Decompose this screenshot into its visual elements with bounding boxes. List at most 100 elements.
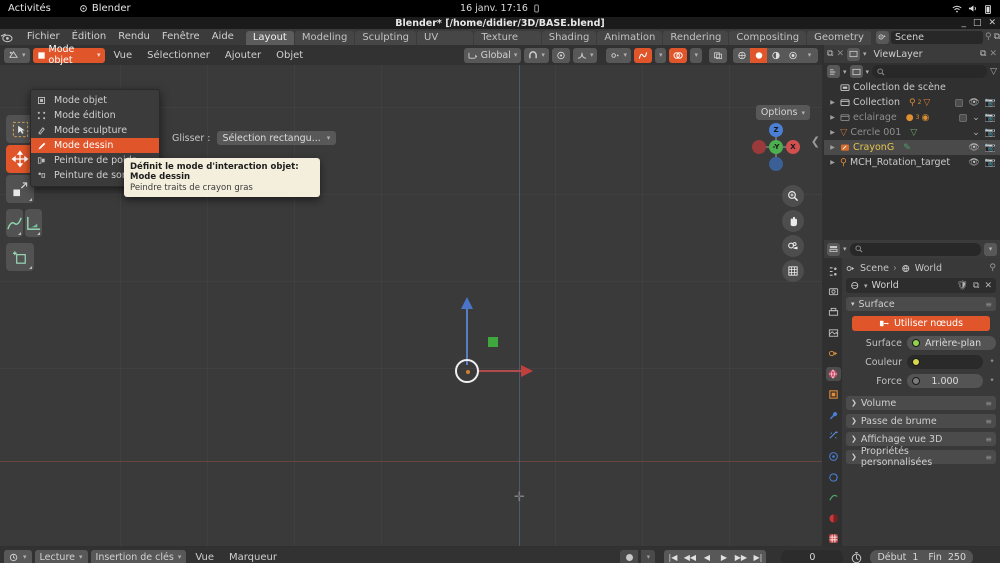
- zoom-icon[interactable]: [782, 185, 804, 207]
- maximize-icon[interactable]: □: [973, 18, 982, 28]
- data-tab[interactable]: [826, 490, 841, 505]
- gizmo-x-axis[interactable]: [479, 370, 525, 372]
- gizmo-z-arrow[interactable]: [461, 297, 473, 309]
- camera-icon[interactable]: 📷: [985, 143, 996, 153]
- filter-type-icon[interactable]: [849, 65, 863, 78]
- play-reverse-icon[interactable]: ◀: [698, 549, 716, 563]
- nav-axis-y[interactable]: -Y: [769, 140, 783, 154]
- new-collection-icon[interactable]: ⧉: [827, 49, 833, 59]
- overlays-dropdown[interactable]: ▾: [690, 47, 702, 63]
- tab-animation[interactable]: Animation: [597, 31, 663, 45]
- shading-dropdown[interactable]: ▾: [801, 47, 818, 63]
- expand-arrow-icon[interactable]: ▶: [828, 159, 837, 166]
- new-scene-icon[interactable]: ⧉: [994, 32, 1000, 42]
- keying-popover[interactable]: Insertion de clés ▾: [90, 549, 187, 563]
- nav-axis-neg-x[interactable]: [752, 140, 766, 154]
- table-row[interactable]: ▶ ▽ Cercle 001 ▽ ⌄ 📷: [824, 125, 1000, 140]
- tab-geometry-nodes[interactable]: Geometry N: [807, 31, 871, 57]
- breadcrumb-world[interactable]: World: [915, 263, 942, 274]
- scene-tab[interactable]: [826, 346, 841, 361]
- tab-modeling[interactable]: Modeling: [294, 31, 355, 45]
- tab-uv-editing[interactable]: UV Editing: [417, 31, 474, 57]
- camera-icon[interactable]: 📷: [985, 113, 996, 123]
- eye-icon[interactable]: 👁: [968, 143, 979, 153]
- world-id-block[interactable]: ▾ World 🛡 ⧉ ✕: [846, 278, 996, 293]
- auto-keying-dropdown[interactable]: ▾: [641, 549, 656, 563]
- transform-orientation-selector[interactable]: Global ▾: [463, 47, 522, 63]
- viewport-menu-ajouter[interactable]: Ajouter: [219, 50, 267, 61]
- minimize-icon[interactable]: _: [961, 18, 966, 28]
- tab-compositing[interactable]: Compositing: [729, 31, 807, 45]
- strength-value[interactable]: 1.000: [907, 374, 983, 388]
- navigation-gizmo[interactable]: Z -Y X: [746, 117, 806, 177]
- play-icon[interactable]: ▶: [715, 549, 733, 563]
- xray-toggle[interactable]: [633, 47, 652, 63]
- dropdown-item-mode-edition[interactable]: Mode édition: [31, 108, 159, 123]
- eye-closed-icon[interactable]: ⌄: [972, 113, 980, 123]
- animate-property-icon[interactable]: •: [988, 357, 996, 367]
- remove-icon[interactable]: ✕: [836, 49, 844, 59]
- proportional-editing-toggle[interactable]: [551, 47, 570, 63]
- outliner-row-controls[interactable]: ⌄ 📷: [972, 128, 996, 138]
- menu-fichier[interactable]: Fichier: [21, 29, 66, 45]
- tab-sculpting[interactable]: Sculpting: [355, 31, 417, 45]
- gnome-status-tray[interactable]: [952, 4, 992, 14]
- stopwatch-icon[interactable]: [850, 551, 863, 563]
- activities-button[interactable]: Activités: [0, 3, 59, 14]
- expand-arrow-icon[interactable]: ▶: [828, 114, 837, 121]
- pivot-point-selector[interactable]: ▾: [606, 47, 631, 63]
- editor-type-icon[interactable]: ▾: [4, 47, 30, 63]
- tab-rendering[interactable]: Rendering: [663, 31, 729, 45]
- timeline-editor-type-icon[interactable]: ▾: [4, 549, 32, 563]
- overlays-toggle[interactable]: [669, 47, 688, 63]
- duplicate-icon[interactable]: ⧉: [973, 281, 979, 291]
- checkbox-icon[interactable]: [959, 113, 968, 122]
- jump-start-icon[interactable]: |◀: [664, 549, 682, 563]
- table-row[interactable]: ▶ eclairage ● 3 ◉ ⌄ 📷: [824, 110, 1000, 125]
- close-icon[interactable]: ✕: [984, 281, 992, 291]
- jump-end-icon[interactable]: ▶|: [749, 549, 767, 563]
- gizmo-y-handle[interactable]: [488, 337, 498, 347]
- dropdown-item-mode-sculpture[interactable]: Mode sculpture: [31, 123, 159, 138]
- start-value[interactable]: 1: [912, 552, 918, 563]
- falloff-selector[interactable]: ▾: [572, 47, 598, 63]
- annotate-tool[interactable]: [6, 209, 23, 237]
- table-row[interactable]: ▶ ⚲ MCH_Rotation_target 👁 📷: [824, 155, 1000, 170]
- solid-icon[interactable]: [750, 47, 767, 63]
- world-id-buttons[interactable]: 🛡 ⧉ ✕: [957, 281, 992, 291]
- texture-tab[interactable]: [826, 532, 841, 547]
- gnome-clock[interactable]: 16 janv. 17:16: [460, 3, 540, 14]
- table-row[interactable]: ▶ CrayonG ✎ 👁 📷: [824, 140, 1000, 155]
- outliner-search-input[interactable]: [872, 65, 988, 78]
- menu-edition[interactable]: Édition: [66, 29, 113, 45]
- frame-range-controls[interactable]: Début 1 Fin 250: [870, 549, 973, 563]
- prev-keyframe-icon[interactable]: ◀◀: [681, 549, 699, 563]
- auto-keying-toggle[interactable]: [620, 549, 639, 563]
- xray-dropdown[interactable]: ▾: [654, 47, 667, 63]
- physics-tab[interactable]: [826, 449, 841, 464]
- menu-rendu[interactable]: Rendu: [112, 29, 156, 45]
- window-controls[interactable]: _ □ ✕: [961, 17, 996, 29]
- gizmo-toggle[interactable]: [709, 47, 727, 63]
- particles-tab[interactable]: [826, 429, 841, 444]
- volume-panel-header[interactable]: ❯ Volume ≡: [846, 396, 996, 410]
- viewport-menu-objet[interactable]: Objet: [270, 50, 309, 61]
- dropdown-item-mode-dessin[interactable]: Mode dessin: [31, 138, 159, 153]
- surface-value[interactable]: Arrière-plan: [907, 336, 996, 350]
- camera-icon[interactable]: 📷: [985, 128, 996, 138]
- blender-logo-icon[interactable]: [0, 32, 21, 43]
- outliner-root-row[interactable]: Collection de scène: [824, 80, 1000, 95]
- camera-icon[interactable]: [782, 235, 804, 257]
- modifier-tab[interactable]: [826, 408, 841, 423]
- timeline-menu-vue[interactable]: Vue: [189, 552, 220, 563]
- playback-popover[interactable]: Lecture ▾: [34, 549, 88, 563]
- menu-fenetre[interactable]: Fenêtre: [156, 29, 206, 45]
- viewport-display-panel-header[interactable]: ❯ Affichage vue 3D ≡: [846, 432, 996, 446]
- scene-browse-icon[interactable]: [875, 30, 889, 44]
- breadcrumb-scene[interactable]: Scene: [860, 263, 889, 274]
- rendered-icon[interactable]: [784, 47, 801, 63]
- tab-shading[interactable]: Shading: [541, 31, 597, 45]
- outliner-display-icon[interactable]: [827, 65, 840, 78]
- gnome-app-menu[interactable]: Blender: [79, 3, 131, 14]
- timeline-menu-marqueur[interactable]: Marqueur: [223, 552, 283, 563]
